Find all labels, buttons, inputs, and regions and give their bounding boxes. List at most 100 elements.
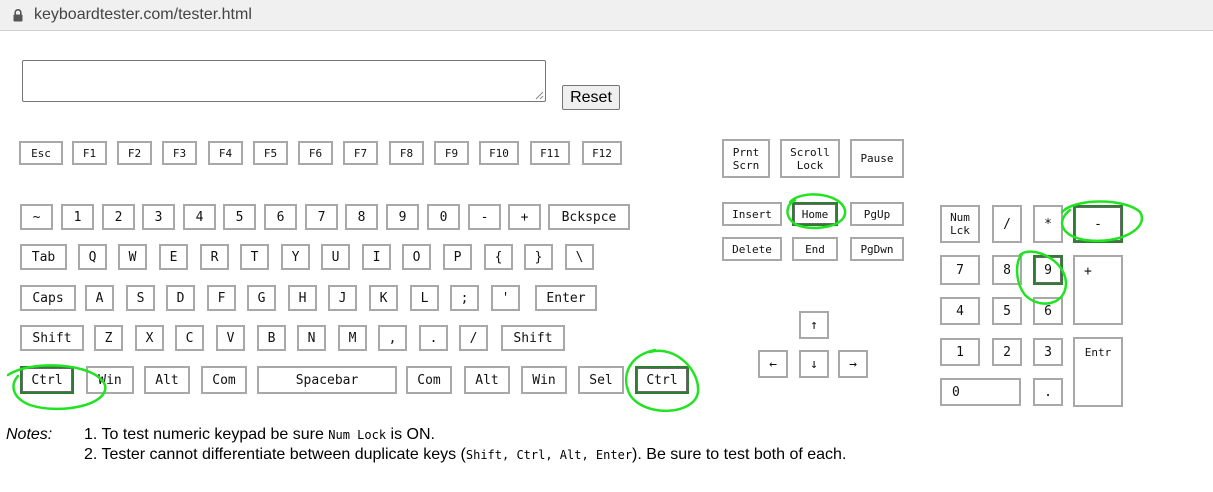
key-ralt[interactable]: Alt (464, 366, 510, 394)
key-np-plus[interactable]: + (1073, 255, 1123, 325)
key-f9[interactable]: F9 (434, 141, 469, 165)
key-backslash[interactable]: \ (565, 244, 594, 270)
key-h[interactable]: H (288, 285, 317, 311)
key-lwin[interactable]: Win (86, 366, 134, 394)
key-f1[interactable]: F1 (72, 141, 107, 165)
key-f10[interactable]: F10 (479, 141, 519, 165)
key-np7[interactable]: 7 (940, 255, 980, 285)
key-left[interactable]: ← (758, 350, 788, 378)
key-np5[interactable]: 5 (992, 297, 1022, 325)
key-esc[interactable]: Esc (19, 141, 63, 165)
key-2[interactable]: 2 (102, 204, 135, 230)
key-scrolllock[interactable]: Scroll Lock (780, 139, 840, 178)
key-np2[interactable]: 2 (992, 338, 1022, 366)
key-end[interactable]: End (792, 237, 838, 261)
key-tilde[interactable]: ~ (20, 204, 53, 230)
key-f3[interactable]: F3 (162, 141, 197, 165)
key-rcom[interactable]: Com (406, 366, 452, 394)
key-z[interactable]: Z (94, 325, 123, 351)
key-w[interactable]: W (118, 244, 147, 270)
key-t[interactable]: T (240, 244, 269, 270)
key-s[interactable]: S (126, 285, 155, 311)
key-period[interactable]: . (419, 325, 448, 351)
key-np0[interactable]: 0 (940, 378, 1021, 406)
key-f6[interactable]: F6 (298, 141, 333, 165)
key-7[interactable]: 7 (305, 204, 338, 230)
key-p[interactable]: P (443, 244, 472, 270)
key-np4[interactable]: 4 (940, 297, 980, 325)
key-np1[interactable]: 1 (940, 338, 980, 366)
key-9[interactable]: 9 (386, 204, 419, 230)
key-8[interactable]: 8 (345, 204, 378, 230)
key-minus[interactable]: - (468, 204, 501, 230)
key-x[interactable]: X (135, 325, 164, 351)
key-prntscrn[interactable]: Prnt Scrn (722, 139, 770, 178)
key-rbrace[interactable]: } (524, 244, 553, 270)
reset-button[interactable]: Reset (562, 85, 620, 110)
key-space[interactable]: Spacebar (257, 366, 397, 394)
key-lctrl[interactable]: Ctrl (20, 366, 74, 394)
key-f2[interactable]: F2 (117, 141, 152, 165)
key-backspace[interactable]: Bckspce (548, 204, 630, 230)
key-delete[interactable]: Delete (722, 237, 782, 261)
key-k[interactable]: K (369, 285, 398, 311)
key-enter[interactable]: Enter (535, 285, 597, 311)
key-rshift[interactable]: Shift (501, 325, 565, 351)
key-m[interactable]: M (338, 325, 367, 351)
key-semicolon[interactable]: ; (450, 285, 479, 311)
key-up[interactable]: ↑ (799, 311, 829, 339)
key-l[interactable]: L (410, 285, 439, 311)
key-output-textarea[interactable] (22, 60, 546, 102)
key-n[interactable]: N (297, 325, 326, 351)
key-1[interactable]: 1 (61, 204, 94, 230)
key-slash[interactable]: / (459, 325, 488, 351)
key-numlock[interactable]: Num Lck (940, 205, 980, 243)
key-plus[interactable]: + (508, 204, 541, 230)
key-a[interactable]: A (85, 285, 114, 311)
key-f[interactable]: F (207, 285, 236, 311)
key-np-div[interactable]: / (992, 205, 1022, 243)
key-f4[interactable]: F4 (208, 141, 243, 165)
key-np3[interactable]: 3 (1033, 338, 1063, 366)
key-np-enter[interactable]: Entr (1073, 337, 1123, 407)
key-insert[interactable]: Insert (722, 202, 782, 226)
key-e[interactable]: E (159, 244, 188, 270)
key-sel[interactable]: Sel (578, 366, 624, 394)
key-u[interactable]: U (321, 244, 350, 270)
key-np6[interactable]: 6 (1033, 297, 1063, 325)
key-np-minus[interactable]: - (1073, 205, 1123, 243)
key-c[interactable]: C (175, 325, 204, 351)
key-d[interactable]: D (166, 285, 195, 311)
key-quote[interactable]: ' (491, 285, 520, 311)
key-down[interactable]: ↓ (799, 350, 829, 378)
key-o[interactable]: O (402, 244, 431, 270)
key-np9[interactable]: 9 (1033, 255, 1063, 285)
key-home[interactable]: Home (792, 202, 838, 226)
url-text[interactable]: keyboardtester.com/tester.html (34, 6, 252, 24)
key-rctrl[interactable]: Ctrl (635, 366, 689, 394)
key-0[interactable]: 0 (427, 204, 460, 230)
key-3[interactable]: 3 (142, 204, 175, 230)
key-rwin[interactable]: Win (521, 366, 567, 394)
key-pgup[interactable]: PgUp (850, 202, 904, 226)
key-y[interactable]: Y (281, 244, 310, 270)
key-lalt[interactable]: Alt (144, 366, 190, 394)
key-i[interactable]: I (362, 244, 391, 270)
key-comma[interactable]: , (378, 325, 407, 351)
key-np8[interactable]: 8 (992, 255, 1022, 285)
key-r[interactable]: R (200, 244, 229, 270)
key-f11[interactable]: F11 (530, 141, 570, 165)
key-lcom[interactable]: Com (201, 366, 247, 394)
key-f12[interactable]: F12 (582, 141, 622, 165)
key-v[interactable]: V (216, 325, 245, 351)
key-f8[interactable]: F8 (389, 141, 424, 165)
key-np-dot[interactable]: . (1033, 378, 1063, 406)
key-lbrace[interactable]: { (484, 244, 513, 270)
key-lshift[interactable]: Shift (20, 325, 84, 351)
key-pause[interactable]: Pause (850, 139, 904, 178)
key-right[interactable]: → (838, 350, 868, 378)
key-f5[interactable]: F5 (253, 141, 288, 165)
key-5[interactable]: 5 (223, 204, 256, 230)
key-g[interactable]: G (247, 285, 276, 311)
key-4[interactable]: 4 (183, 204, 216, 230)
